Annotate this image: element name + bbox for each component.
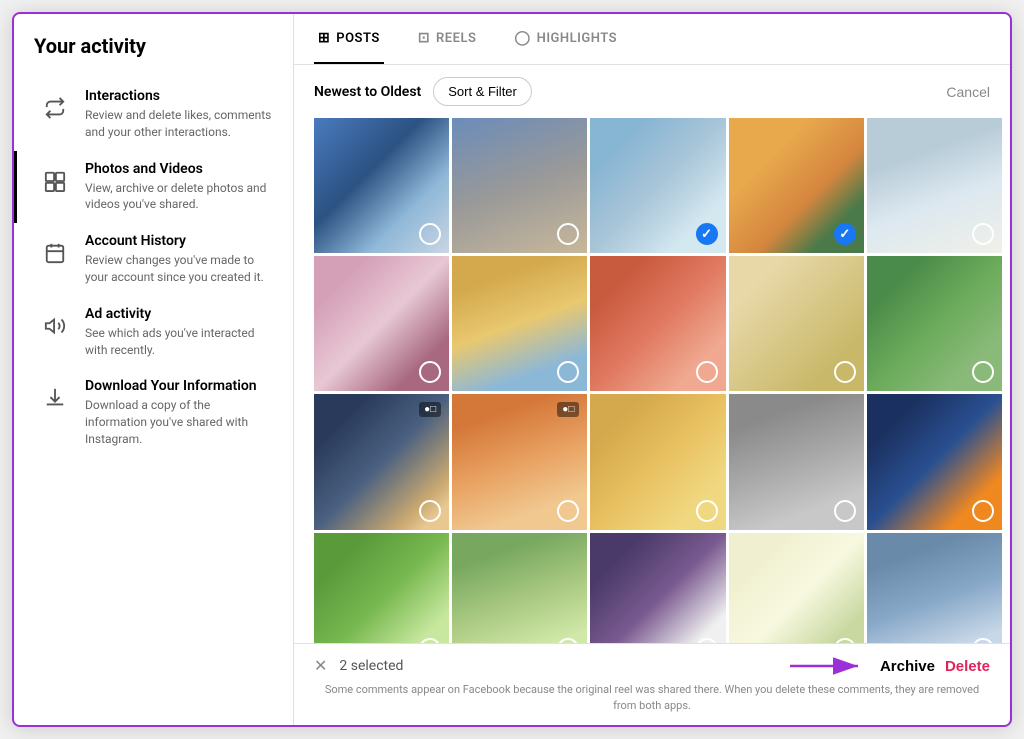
tab-highlights-label: HIGHLIGHTS <box>537 31 617 46</box>
archive-badge-11: ●□ <box>419 402 441 417</box>
archive-button[interactable]: Archive <box>880 658 935 675</box>
interactions-label: Interactions <box>85 88 273 104</box>
tab-reels[interactable]: ⊡ REELS <box>414 14 481 64</box>
select-circle-12[interactable] <box>557 500 579 522</box>
select-circle-15[interactable] <box>972 500 994 522</box>
photo-cell-6[interactable] <box>314 256 449 391</box>
select-circle-1[interactable] <box>419 223 441 245</box>
photo-cell-16[interactable] <box>314 533 449 644</box>
select-circle-2[interactable] <box>557 223 579 245</box>
download-label: Download Your Information <box>85 378 273 394</box>
tab-highlights[interactable]: ◯ HIGHLIGHTS <box>510 14 621 64</box>
photos-icon <box>37 163 73 199</box>
tab-posts[interactable]: ⊞ POSTS <box>314 14 384 64</box>
download-icon <box>37 380 73 416</box>
sort-label: Newest to Oldest <box>314 84 421 100</box>
account-history-desc: Review changes you've made to your accou… <box>85 252 273 286</box>
photo-cell-1[interactable] <box>314 118 449 253</box>
sidebar-item-interactions[interactable]: Interactions Review and delete likes, co… <box>14 78 293 151</box>
megaphone-icon <box>37 308 73 344</box>
sidebar-item-photos[interactable]: Photos and Videos View, archive or delet… <box>14 151 293 224</box>
photos-label: Photos and Videos <box>85 161 273 177</box>
sidebar-title: Your activity <box>14 34 293 78</box>
select-circle-16[interactable] <box>419 638 441 643</box>
photos-desc: View, archive or delete photos and video… <box>85 180 273 214</box>
circle-icon: ◯ <box>514 30 530 46</box>
select-circle-13[interactable] <box>696 500 718 522</box>
photo-cell-20[interactable] <box>867 533 1002 644</box>
photo-cell-3[interactable] <box>590 118 725 253</box>
bottom-notice: Some comments appear on Facebook because… <box>314 682 990 713</box>
sidebar-item-ad-activity[interactable]: Ad activity See which ads you've interac… <box>14 296 293 369</box>
photo-cell-15[interactable] <box>867 394 1002 529</box>
ad-activity-label: Ad activity <box>85 306 273 322</box>
account-history-label: Account History <box>85 233 273 249</box>
interactions-icon <box>37 90 73 126</box>
select-circle-19[interactable] <box>834 638 856 643</box>
interactions-desc: Review and delete likes, comments and yo… <box>85 107 273 141</box>
grid-icon: ⊞ <box>318 30 330 46</box>
app-container: Your activity Interactions Review and de… <box>12 12 1012 727</box>
ad-activity-desc: See which ads you've interacted with rec… <box>85 325 273 359</box>
photo-cell-17[interactable] <box>452 533 587 644</box>
photo-cell-11[interactable]: ●□ <box>314 394 449 529</box>
select-circle-9[interactable] <box>834 361 856 383</box>
photo-cell-19[interactable] <box>729 533 864 644</box>
select-circle-4[interactable] <box>834 223 856 245</box>
filter-bar: Newest to Oldest Sort & Filter Cancel <box>294 65 1010 118</box>
delete-button[interactable]: Delete <box>945 658 990 675</box>
photo-cell-18[interactable] <box>590 533 725 644</box>
photo-cell-8[interactable] <box>590 256 725 391</box>
sidebar: Your activity Interactions Review and de… <box>14 14 294 725</box>
photo-cell-2[interactable] <box>452 118 587 253</box>
main-content: ⊞ POSTS ⊡ REELS ◯ HIGHLIGHTS Newest to O… <box>294 14 1010 725</box>
reel-icon: ⊡ <box>418 30 430 46</box>
arrow-container: Archive Delete <box>790 656 990 676</box>
archive-badge-12: ●□ <box>557 402 579 417</box>
calendar-icon <box>37 235 73 271</box>
select-circle-20[interactable] <box>972 638 994 643</box>
tabs-bar: ⊞ POSTS ⊡ REELS ◯ HIGHLIGHTS <box>294 14 1010 65</box>
bottom-actions: ✕ 2 selected Archive Delete <box>314 656 990 676</box>
photo-cell-10[interactable] <box>867 256 1002 391</box>
select-circle-10[interactable] <box>972 361 994 383</box>
select-circle-5[interactable] <box>972 223 994 245</box>
sidebar-item-account-history[interactable]: Account History Review changes you've ma… <box>14 223 293 296</box>
tab-reels-label: REELS <box>436 31 476 46</box>
select-circle-3[interactable] <box>696 223 718 245</box>
deselect-button[interactable]: ✕ <box>314 656 327 676</box>
photo-cell-9[interactable] <box>729 256 864 391</box>
select-circle-17[interactable] <box>557 638 579 643</box>
selected-count: 2 selected <box>339 658 778 674</box>
photo-cell-13[interactable] <box>590 394 725 529</box>
photo-grid: ●□ ●□ <box>314 118 1002 643</box>
sidebar-item-download-info[interactable]: Download Your Information Download a cop… <box>14 368 293 457</box>
cancel-button[interactable]: Cancel <box>946 84 990 100</box>
photo-cell-7[interactable] <box>452 256 587 391</box>
select-circle-6[interactable] <box>419 361 441 383</box>
photo-grid-container: ●□ ●□ <box>294 118 1010 643</box>
photo-cell-14[interactable] <box>729 394 864 529</box>
tab-posts-label: POSTS <box>336 31 380 46</box>
sort-filter-button[interactable]: Sort & Filter <box>433 77 532 106</box>
select-circle-18[interactable] <box>696 638 718 643</box>
arrow-icon <box>790 656 870 676</box>
select-circle-11[interactable] <box>419 500 441 522</box>
select-circle-14[interactable] <box>834 500 856 522</box>
photo-cell-5[interactable] <box>867 118 1002 253</box>
select-circle-7[interactable] <box>557 361 579 383</box>
download-desc: Download a copy of the information you'v… <box>85 397 273 447</box>
photo-cell-12[interactable]: ●□ <box>452 394 587 529</box>
photo-cell-4[interactable] <box>729 118 864 253</box>
select-circle-8[interactable] <box>696 361 718 383</box>
bottom-bar: ✕ 2 selected Archive Delete Some <box>294 643 1010 725</box>
